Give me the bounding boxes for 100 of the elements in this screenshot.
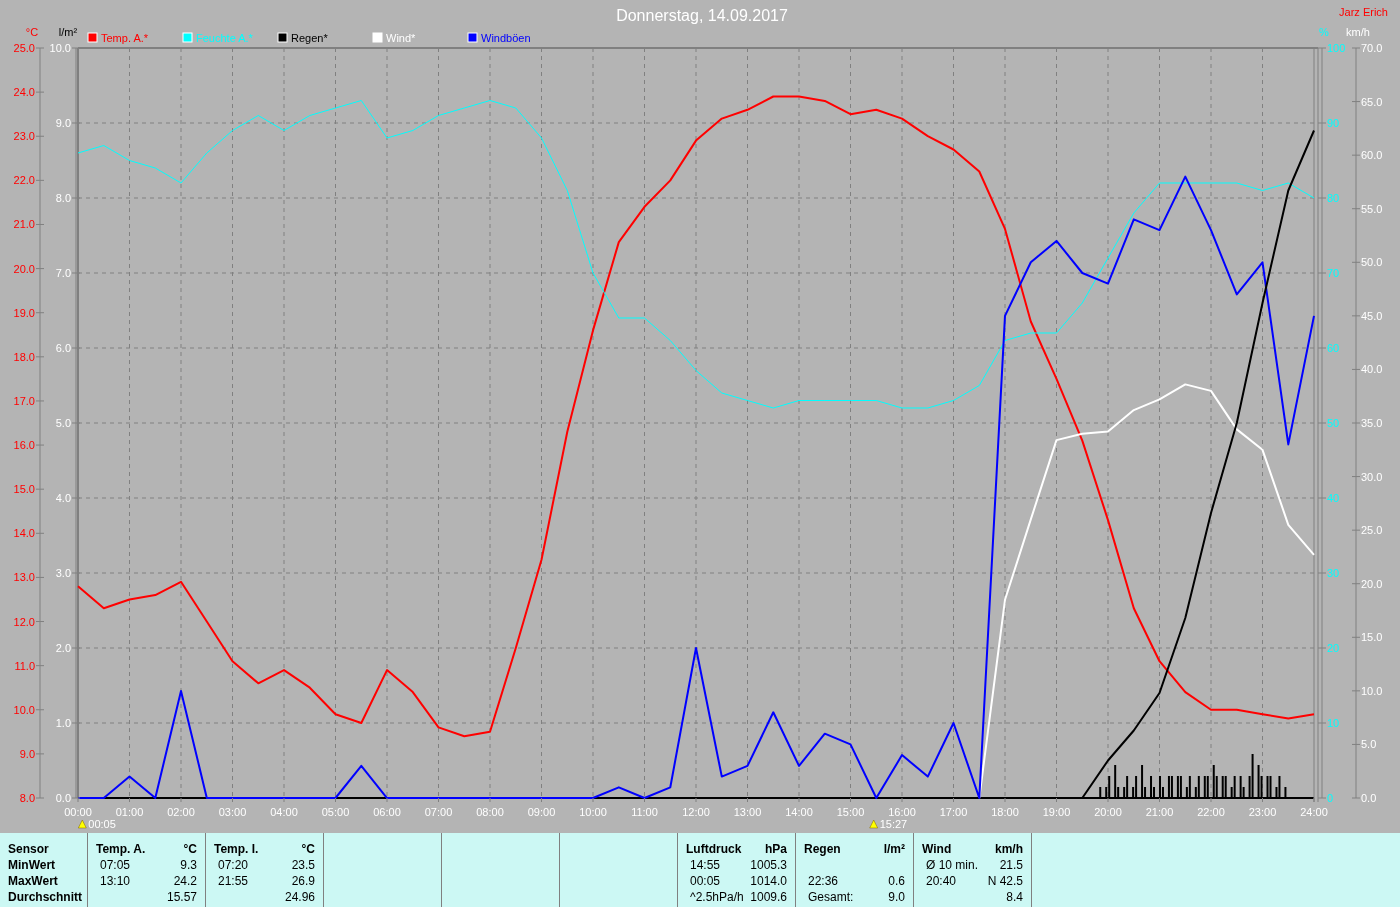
unit-label: hPa — [765, 841, 787, 857]
axis-tick-label: 21.0 — [13, 218, 35, 231]
x-tick-label: 21:00 — [1145, 806, 1174, 818]
axis-tick-label: 9.0 — [19, 747, 35, 760]
table-cell: 8.4 — [1006, 889, 1023, 905]
x-tick-label: 11:00 — [631, 806, 658, 818]
axis-tick-label: 12.0 — [13, 615, 35, 628]
x-tick-label: 08:00 — [476, 806, 504, 818]
table-cell: N 42.5 — [987, 873, 1023, 889]
x-tick-label: 12:00 — [682, 806, 710, 818]
legend-label: Windböen — [481, 32, 531, 44]
axis-tick-label: 9.0 — [55, 117, 71, 129]
legend-label: Regen* — [291, 32, 328, 44]
axis-unit-label: °C — [25, 26, 39, 38]
axis-tick-label: 10 — [1327, 717, 1340, 729]
axis-tick-label: 8.0 — [19, 792, 35, 804]
x-tick-label: 04:00 — [270, 806, 298, 818]
x-tick-label: 24:00 — [1300, 806, 1328, 818]
axis-tick-label: 10.0 — [13, 703, 35, 716]
axis-tick-label: 0.0 — [1361, 792, 1377, 804]
x-tick-label: 09:00 — [527, 806, 556, 818]
axis-tick-label: 10.0 — [1361, 684, 1383, 697]
axis-tick-label: 35.0 — [1361, 417, 1383, 429]
axis-tick-label: 30.0 — [1361, 470, 1383, 483]
axis-tick-label: 24.0 — [13, 86, 35, 99]
axis-tick-label: 60 — [1327, 342, 1340, 354]
axis-tick-label: 7.0 — [55, 267, 71, 279]
axis-tick-label: 55.0 — [1361, 202, 1383, 215]
axis-tick-label: 70 — [1327, 267, 1340, 279]
axis-tick-label: 13.0 — [13, 571, 35, 584]
axis-tick-label: 18.0 — [13, 350, 35, 363]
row-label: MaxWert — [8, 873, 59, 889]
table-cell: 15.57 — [166, 889, 197, 905]
table-cell-text: 22:36 — [807, 873, 839, 889]
axis-tick-label: 15.0 — [13, 483, 35, 496]
axis-tick-label: 0.0 — [55, 792, 71, 804]
axis-tick-label: 40.0 — [1361, 363, 1383, 376]
axis-tick-label: 3.0 — [55, 567, 71, 579]
table-cell: 24.2 — [173, 873, 197, 889]
column-header: Regen — [804, 841, 841, 857]
table-cell: 9.3 — [180, 857, 197, 873]
column-header: Wind — [922, 841, 952, 857]
axis-tick-label: 50.0 — [1361, 256, 1383, 269]
marker-label: 15:27 — [879, 818, 908, 830]
table-cell-text: 20:40 — [925, 873, 957, 889]
axis-tick-label: 16.0 — [13, 439, 35, 452]
axis-tick-label: 25.0 — [13, 42, 35, 54]
axis-tick-label: 20.0 — [1361, 577, 1383, 590]
x-tick-label: 20:00 — [1094, 806, 1122, 818]
x-tick-label: 02:00 — [167, 806, 195, 818]
axis-tick-label: 50 — [1327, 417, 1340, 429]
axis-tick-label: 90 — [1327, 117, 1340, 129]
x-tick-label: 03:00 — [218, 806, 247, 818]
x-tick-label: 23:00 — [1248, 806, 1277, 818]
author-label: Jarz Erich — [1339, 6, 1388, 18]
legend-label: Temp. A.* — [101, 32, 149, 44]
axis-tick-label: 14.0 — [13, 527, 35, 540]
x-tick-label: 14:00 — [785, 806, 813, 818]
unit-label: °C — [183, 841, 197, 857]
x-tick-label: 05:00 — [321, 806, 350, 818]
axis-tick-label: 20 — [1327, 642, 1340, 654]
table-cell: 9.0 — [888, 889, 905, 905]
axis-tick-label: 22.0 — [13, 174, 35, 187]
x-tick-label: 13:00 — [733, 806, 762, 818]
x-tick-label: 00:00 — [64, 806, 92, 818]
legend-label: Wind* — [386, 32, 416, 44]
axis-tick-label: 4.0 — [55, 492, 71, 504]
marker-icon — [869, 819, 878, 829]
legend-label: Feuchte A.* — [196, 32, 253, 44]
axis-tick-label: 19.0 — [13, 306, 35, 319]
axis-tick-label: 11.0 — [14, 659, 35, 672]
axis-unit-label: l/m² — [58, 26, 78, 38]
axis-tick-label: 30 — [1327, 567, 1340, 579]
unit-label: l/m² — [883, 841, 905, 857]
column-header: Luftdruck — [686, 841, 742, 857]
table-cell-text: Gesamt: — [807, 889, 854, 905]
axis-tick-label: 25.0 — [1361, 524, 1383, 537]
table-cell-text: Ø 10 min. — [925, 857, 979, 873]
table-cell: 1009.6 — [750, 889, 787, 905]
chart-title: Donnerstag, 14.09.2017 — [616, 7, 788, 24]
axis-tick-label: 10.0 — [49, 42, 71, 54]
axis-tick-label: 5.0 — [55, 417, 71, 429]
axis-tick-label: 65.0 — [1361, 95, 1383, 108]
x-tick-label: 01:00 — [115, 806, 144, 818]
table-cell: 21.5 — [999, 857, 1023, 873]
axis-tick-label: 15.0 — [1361, 631, 1383, 644]
table-cell: 24.96 — [284, 889, 315, 905]
row-label: MinWert — [8, 857, 57, 873]
axis-tick-label: 60.0 — [1361, 149, 1383, 162]
axis-tick-label: 23.0 — [13, 130, 35, 143]
x-tick-label: 22:00 — [1197, 806, 1225, 818]
x-tick-label: 16:00 — [888, 806, 916, 818]
table-cell: 23.5 — [291, 857, 315, 873]
unit-label: km/h — [995, 841, 1023, 857]
summary-header: Sensor — [8, 841, 50, 857]
axis-tick-label: 70.0 — [1361, 42, 1383, 54]
table-cell-text: 14:55 — [689, 857, 721, 873]
axis-tick-label: 5.0 — [1361, 738, 1377, 751]
column-header: Temp. I. — [214, 841, 259, 857]
x-tick-label: 10:00 — [579, 806, 607, 818]
